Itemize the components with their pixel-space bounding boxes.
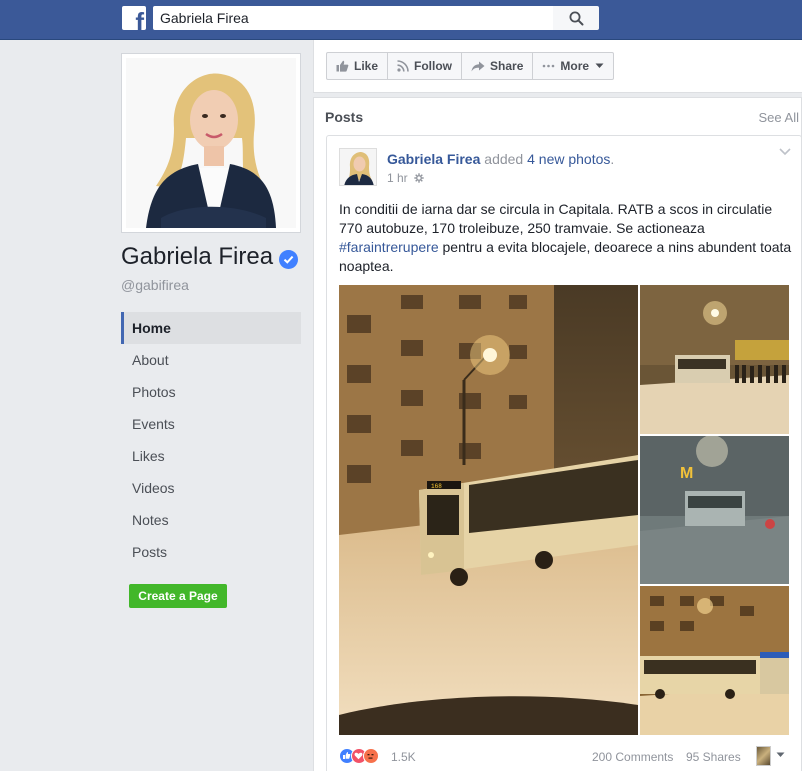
nav-item-about[interactable]: About — [121, 344, 301, 376]
post-engagement-bar: 1.5K 200 Comments 95 Shares — [339, 746, 794, 770]
create-page-button[interactable]: Create a Page — [129, 584, 227, 608]
reaction-icons[interactable] — [339, 748, 379, 764]
more-dots-icon — [543, 64, 555, 68]
posts-section: Posts See All Gabriela Firea added 4 new… — [313, 97, 802, 771]
post-photo-4[interactable] — [640, 586, 789, 735]
search-button[interactable] — [553, 6, 599, 30]
caret-down-icon[interactable] — [776, 752, 785, 758]
thumbs-up-icon — [336, 60, 349, 72]
nav-item-photos[interactable]: Photos — [121, 376, 301, 408]
post-body-text: In conditii de iarna dar se circula in C… — [339, 200, 794, 276]
see-all-link[interactable]: See All — [759, 110, 799, 125]
audience-settings-icon[interactable] — [413, 173, 424, 183]
caret-down-icon — [595, 63, 604, 68]
comments-count[interactable]: 200 Comments — [592, 750, 673, 764]
search-field[interactable] — [153, 6, 553, 30]
nav-item-notes[interactable]: Notes — [121, 504, 301, 536]
posts-heading: Posts — [325, 109, 364, 125]
post-photo-main[interactable]: 168 — [339, 285, 638, 735]
page-action-bar: Like Follow Share More — [313, 40, 802, 93]
more-button[interactable]: More — [532, 52, 615, 80]
post-action-text: added — [484, 151, 524, 167]
share-arrow-icon — [471, 61, 485, 71]
post-options-chevron-icon[interactable] — [779, 148, 791, 156]
nav-item-likes[interactable]: Likes — [121, 440, 301, 472]
facebook-logo-icon[interactable]: f — [122, 6, 146, 30]
shares-count[interactable]: 95 Shares — [686, 750, 741, 764]
nav-item-home[interactable]: Home — [121, 312, 301, 344]
svg-text:168: 168 — [431, 483, 442, 490]
page-handle[interactable]: @gabifirea — [121, 277, 189, 293]
search-input[interactable] — [154, 7, 552, 29]
hashtag-link[interactable]: #faraintrerupere — [339, 239, 439, 255]
new-photos-link[interactable]: 4 new photos — [527, 151, 610, 167]
verified-badge-icon — [279, 250, 298, 269]
svg-text:M: M — [680, 465, 693, 482]
nav-item-posts[interactable]: Posts — [121, 536, 301, 568]
angry-reaction-icon — [363, 748, 379, 764]
post-card: Gabriela Firea added 4 new photos. 1 hr … — [326, 135, 802, 771]
nav-item-videos[interactable]: Videos — [121, 472, 301, 504]
search-icon — [569, 11, 584, 26]
post-text-before: In conditii de iarna dar se circula in C… — [339, 201, 773, 236]
post-header: Gabriela Firea added 4 new photos. — [387, 151, 614, 167]
nav-item-events[interactable]: Events — [121, 408, 301, 440]
post-photo-2[interactable] — [640, 285, 789, 434]
post-author-avatar[interactable] — [339, 148, 377, 186]
page-title: Gabriela Firea — [121, 243, 274, 270]
follow-button[interactable]: Follow — [387, 52, 463, 80]
post-time-text[interactable]: 1 hr — [387, 171, 408, 185]
profile-photo-image — [126, 58, 296, 228]
top-navigation-bar: f — [0, 0, 802, 40]
post-author-name[interactable]: Gabriela Firea — [387, 151, 480, 167]
post-photo-3[interactable]: M — [640, 436, 789, 584]
rss-feed-icon — [397, 60, 409, 72]
post-timestamp: 1 hr — [387, 171, 424, 185]
post-action-period: . — [610, 151, 615, 167]
share-button[interactable]: Share — [461, 52, 534, 80]
reactions-count[interactable]: 1.5K — [391, 750, 416, 764]
like-button[interactable]: Like — [326, 52, 389, 80]
share-as-avatar[interactable] — [756, 746, 771, 766]
page-navigation: Home About Photos Events Likes Videos No… — [121, 312, 301, 568]
profile-picture[interactable] — [121, 53, 301, 233]
